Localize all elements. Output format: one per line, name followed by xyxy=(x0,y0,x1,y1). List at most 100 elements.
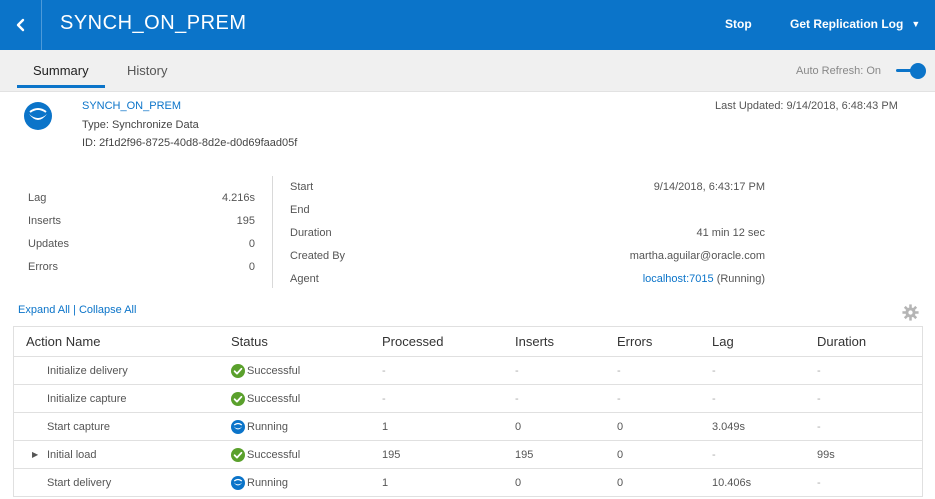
tab-summary[interactable]: Summary xyxy=(17,63,105,88)
back-button[interactable] xyxy=(0,0,42,50)
cell-processed: - xyxy=(382,392,386,405)
cell-processed: 195 xyxy=(382,448,401,461)
expand-row-icon[interactable]: ▶ xyxy=(32,450,38,459)
auto-refresh-label: Auto Refresh: On xyxy=(796,65,881,77)
column-header-duration[interactable]: Duration xyxy=(817,327,866,356)
cell-status: Successful xyxy=(231,357,300,384)
cell-action-name: Start capture xyxy=(47,420,110,433)
table-row[interactable]: Initialize capture Successful - - - - - xyxy=(14,385,922,413)
agent-status: (Running) xyxy=(713,273,765,285)
duration-label: Duration xyxy=(290,227,332,239)
table-body: Initialize delivery Successful - - - - - Initia… xyxy=(14,357,922,497)
get-replication-log-label: Get Replication Log xyxy=(790,17,904,31)
cell-errors: 0 xyxy=(617,476,624,489)
check-circle-icon xyxy=(231,391,245,406)
lag-label: Lag xyxy=(28,192,47,204)
table-header-row: Action Name Status Processed Inserts Err… xyxy=(14,327,922,357)
cell-inserts: 195 xyxy=(515,448,534,461)
pipeline-icon xyxy=(24,102,52,130)
status-text: Successful xyxy=(247,392,301,405)
inserts-value: 195 xyxy=(236,215,255,227)
app-header: SYNCH_ON_PREM Stop Get Replication Log ▼ xyxy=(0,0,935,50)
get-replication-log-button[interactable]: Get Replication Log ▼ xyxy=(790,17,920,31)
stats-divider xyxy=(272,176,273,288)
cell-lag: - xyxy=(712,448,716,461)
updates-value: 0 xyxy=(248,238,255,250)
check-circle-icon xyxy=(231,363,245,378)
column-header-action-name[interactable]: Action Name xyxy=(26,327,100,356)
inserts-label: Inserts xyxy=(28,215,62,227)
last-updated: Last Updated: 9/14/2018, 6:48:43 PM xyxy=(715,100,898,112)
created-by-label: Created By xyxy=(290,250,346,262)
replication-name-link[interactable]: SYNCH_ON_PREM xyxy=(82,100,181,112)
expand-all-link[interactable]: Expand All xyxy=(18,304,70,316)
chevron-left-icon xyxy=(16,18,24,32)
lag-value: 4.216s xyxy=(221,192,255,204)
cell-inserts: - xyxy=(515,364,519,377)
start-value: 9/14/2018, 6:43:17 PM xyxy=(653,181,765,193)
tabs-bar: Summary History Auto Refresh: On xyxy=(0,50,935,92)
cell-inserts: 0 xyxy=(515,420,522,433)
duration-value: 41 min 12 sec xyxy=(696,227,765,239)
actions-table: Action Name Status Processed Inserts Err… xyxy=(13,326,923,497)
cell-errors: 0 xyxy=(617,448,624,461)
table-row[interactable]: Start capture Running 1 0 0 3.049s - xyxy=(14,413,922,441)
expand-collapse-controls: Expand All | Collapse All xyxy=(18,304,136,316)
status-text: Running xyxy=(247,420,288,433)
agent-label: Agent xyxy=(290,273,319,285)
separator: | xyxy=(69,304,79,316)
cell-processed: 1 xyxy=(382,420,389,433)
cell-action-name: Initial load xyxy=(47,448,97,461)
column-header-lag[interactable]: Lag xyxy=(712,327,734,356)
created-by-value: martha.aguilar@oracle.com xyxy=(629,250,765,262)
page-title: SYNCH_ON_PREM xyxy=(60,12,247,34)
auto-refresh-toggle[interactable] xyxy=(896,63,926,79)
cell-status: Successful xyxy=(231,441,300,468)
status-text: Running xyxy=(247,476,288,489)
column-header-inserts[interactable]: Inserts xyxy=(515,327,554,356)
cell-lag: - xyxy=(712,392,716,405)
stop-button[interactable]: Stop xyxy=(725,17,752,31)
cell-status: Running xyxy=(231,413,288,440)
replication-type: Type: Synchronize Data xyxy=(82,119,199,131)
cell-inserts: - xyxy=(515,392,519,405)
toggle-knob xyxy=(910,63,926,79)
cell-errors: - xyxy=(617,364,621,377)
cell-action-name: Initialize capture xyxy=(47,392,127,405)
column-header-processed[interactable]: Processed xyxy=(382,327,443,356)
errors-value: 0 xyxy=(248,261,255,273)
cell-status: Successful xyxy=(231,385,300,412)
gear-icon[interactable] xyxy=(902,304,919,321)
cell-action-name: Initialize delivery xyxy=(47,364,128,377)
running-icon xyxy=(231,475,245,490)
status-text: Successful xyxy=(247,448,301,461)
cell-duration: - xyxy=(817,476,821,489)
cell-errors: - xyxy=(617,392,621,405)
cell-duration: 99s xyxy=(817,448,835,461)
column-header-errors[interactable]: Errors xyxy=(617,327,652,356)
cell-processed: - xyxy=(382,364,386,377)
status-text: Successful xyxy=(247,364,301,377)
column-header-status[interactable]: Status xyxy=(231,327,268,356)
collapse-all-link[interactable]: Collapse All xyxy=(79,304,136,316)
cell-errors: 0 xyxy=(617,420,624,433)
cell-duration: - xyxy=(817,364,821,377)
cell-processed: 1 xyxy=(382,476,389,489)
tab-history[interactable]: History xyxy=(127,63,167,78)
start-label: Start xyxy=(290,181,314,193)
cell-lag: 3.049s xyxy=(712,420,746,433)
table-row[interactable]: Initialize delivery Successful - - - - - xyxy=(14,357,922,385)
updates-label: Updates xyxy=(28,238,69,250)
end-label: End xyxy=(290,204,310,216)
cell-action-name: Start delivery xyxy=(47,476,112,489)
cell-duration: - xyxy=(817,392,821,405)
errors-label: Errors xyxy=(28,261,58,273)
check-circle-icon xyxy=(231,447,245,462)
caret-down-icon: ▼ xyxy=(911,19,921,29)
replication-id: ID: 2f1d2f96-8725-40d8-8d2e-d0d69faad05f xyxy=(82,137,298,149)
table-row[interactable]: ▶ Initial load Successful 195 195 0 - 99s xyxy=(14,441,922,469)
agent-link[interactable]: localhost:7015 xyxy=(643,273,714,285)
table-row[interactable]: Start delivery Running 1 0 0 10.406s - xyxy=(14,469,922,497)
agent-value: localhost:7015 (Running) xyxy=(643,273,765,285)
running-icon xyxy=(231,419,245,434)
